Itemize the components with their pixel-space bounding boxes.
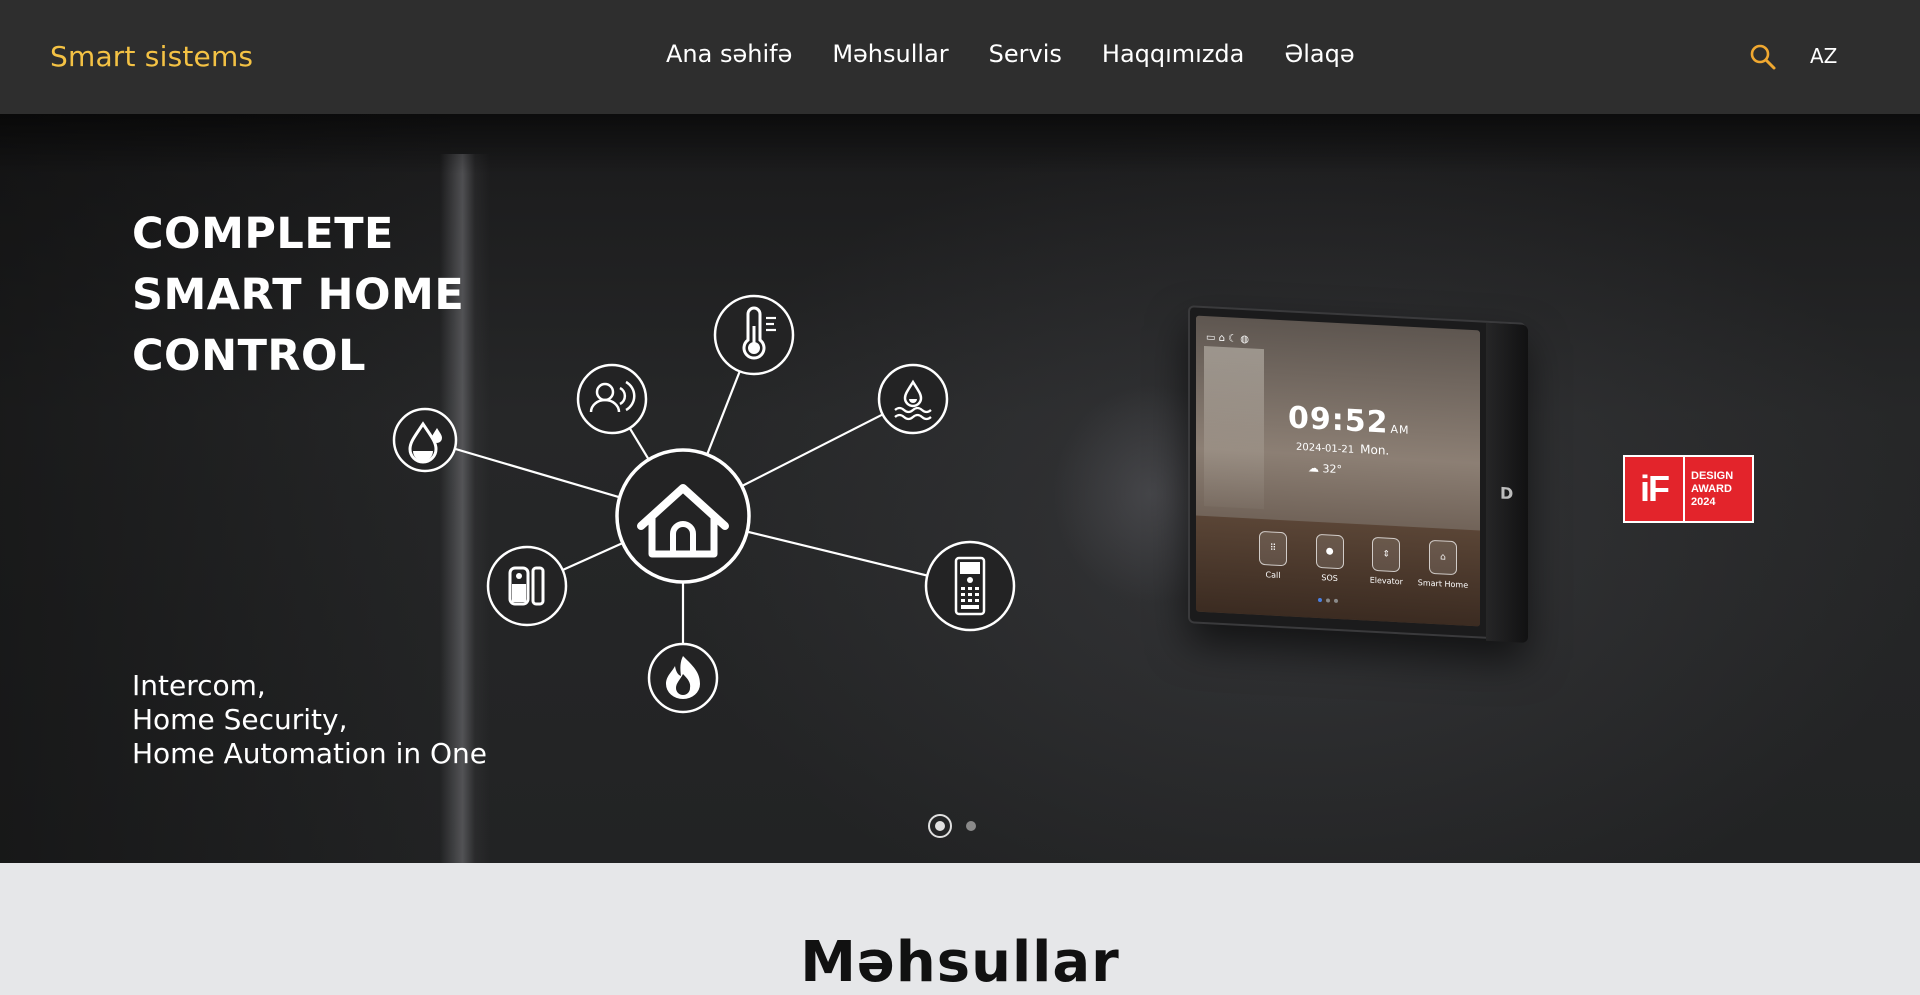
thermometer-icon — [713, 294, 795, 376]
award-logo-mark: iF — [1625, 457, 1685, 521]
tablet-brand-logo: D — [1500, 483, 1514, 504]
screen-app-label: SOS — [1321, 573, 1338, 583]
language-switcher[interactable]: AZ — [1810, 44, 1837, 68]
nav-item-home[interactable]: Ana səhifə — [666, 40, 792, 68]
carousel-dot-active[interactable] — [928, 814, 952, 838]
main-nav: Ana səhifə Məhsullar Servis Haqqımızda Ə… — [666, 40, 1355, 68]
screen-temperature: 32° — [1322, 462, 1343, 477]
award-text-line: DESIGN — [1691, 469, 1734, 482]
tablet-screen: ▭ ⌂ ☾ ◍ 09:52 AM 2024-01-21 Mon. ☁ 32° ⠿ C… — [1196, 315, 1480, 627]
screen-date-value: 2024-01-21 — [1296, 441, 1355, 456]
weather-icon: ☁ — [1308, 461, 1319, 476]
nav-item-products[interactable]: Məhsullar — [832, 40, 948, 68]
sos-icon: ● — [1315, 533, 1344, 570]
carousel-pagination — [928, 814, 976, 838]
screen-app-sos: ● SOS — [1303, 533, 1357, 584]
nav-item-contact[interactable]: Əlaqə — [1284, 40, 1354, 68]
site-header: Smart sistems Ana səhifə Məhsullar Servi… — [0, 0, 1920, 114]
hero-slider: COMPLETE SMART HOME CONTROL Intercom, Ho… — [0, 114, 1920, 863]
fire-icon — [647, 642, 719, 714]
screen-clock-ampm: AM — [1390, 422, 1410, 437]
screen-app-call: ⠿ Call — [1246, 530, 1300, 581]
home-icon — [615, 448, 751, 584]
water-leak-icon — [877, 363, 949, 435]
if-design-award-badge: iF DESIGN AWARD 2024 — [1623, 455, 1754, 523]
award-text: DESIGN AWARD 2024 — [1685, 470, 1733, 509]
nav-item-service[interactable]: Servis — [989, 40, 1062, 68]
screen-app-elevator: ⇕ Elevator — [1359, 536, 1413, 587]
award-text-line: AWARD — [1691, 482, 1732, 495]
screen-weather: ☁ 32° — [1308, 461, 1342, 476]
screen-app-label: Call — [1265, 570, 1281, 580]
screen-app-label: Elevator — [1369, 575, 1403, 587]
screen-window-decor — [1204, 345, 1264, 510]
hero-subtitle-line: Intercom, — [132, 669, 266, 702]
products-section-title: Məhsullar — [800, 930, 1120, 995]
award-text-line: 2024 — [1691, 495, 1716, 508]
tablet-side — [1486, 322, 1528, 643]
screen-weekday: Mon. — [1360, 442, 1390, 458]
door-station-icon — [924, 540, 1016, 632]
nav-item-about[interactable]: Haqqımızda — [1102, 40, 1244, 68]
carousel-dot[interactable] — [966, 821, 976, 831]
screen-status-icons: ▭ ⌂ ☾ ◍ — [1206, 332, 1250, 346]
keypad-icon: ⠿ — [1259, 530, 1287, 567]
smart-home-panel-image: ▭ ⌂ ☾ ◍ 09:52 AM 2024-01-21 Mon. ☁ 32° ⠿ C… — [1188, 305, 1528, 671]
screen-clock-time: 09:52 — [1288, 400, 1389, 441]
elevator-icon: ⇕ — [1372, 536, 1401, 573]
home-lock-icon: ⌂ — [1428, 539, 1457, 576]
site-logo[interactable]: Smart sistems — [50, 40, 253, 73]
tablet-frame: ▭ ⌂ ☾ ◍ 09:52 AM 2024-01-21 Mon. ☁ 32° ⠿ C… — [1188, 305, 1528, 643]
water-drop-icon — [392, 407, 458, 473]
hero-subtitle-line: Home Automation in One — [132, 737, 488, 770]
hero-subtitle: Intercom, Home Security, Home Automation… — [132, 669, 487, 771]
door-sensor-icon — [486, 545, 568, 627]
search-icon[interactable] — [1748, 42, 1778, 72]
screen-date: 2024-01-21 Mon. — [1296, 439, 1389, 458]
screen-app-smart-home: ⌂ Smart Home — [1416, 539, 1470, 590]
screen-clock: 09:52 AM — [1288, 400, 1410, 441]
hero-subtitle-line: Home Security, — [132, 703, 348, 736]
presence-sensor-icon — [576, 363, 648, 435]
